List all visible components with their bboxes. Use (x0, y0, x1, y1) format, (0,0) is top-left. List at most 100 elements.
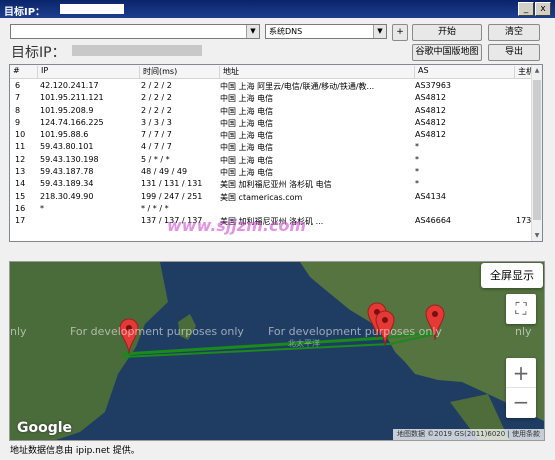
table-cell: 131 / 131 / 131 (141, 179, 203, 189)
table-cell: 42.120.241.17 (40, 81, 99, 90)
clear-button[interactable]: 清空 (488, 24, 540, 41)
target-input-combo[interactable]: ▼ (10, 24, 260, 39)
zoom-control[interactable]: + − (506, 358, 536, 418)
table-cell: 13 (15, 167, 26, 177)
table-header: # IP 时间(ms) 地址 AS 主机 (10, 65, 542, 79)
table-row[interactable]: 16 * * / * / * (10, 203, 542, 215)
col-header-ip[interactable]: IP (38, 66, 140, 78)
export-button[interactable]: 导出 (488, 44, 540, 61)
scroll-down-icon[interactable]: ▼ (532, 230, 542, 241)
footer-info: 地址数据信息由 ipip.net 提供。 (10, 446, 140, 456)
table-cell: 6 (15, 81, 21, 90)
china-map-button[interactable]: 谷歌中国版地图 (412, 44, 482, 61)
col-header-index[interactable]: # (10, 66, 38, 78)
dev-watermark-left: nly (10, 325, 27, 338)
table-cell: 4 / 7 / 7 (141, 142, 172, 152)
table-cell: * (415, 154, 419, 164)
table-row[interactable]: 10 101.95.88.6 7 / 7 / 7 中国 上海 电信 AS4812 (10, 129, 542, 141)
table-row[interactable]: 9 124.74.166.225 3 / 3 / 3 中国 上海 电信 AS4812 (10, 117, 542, 129)
table-row[interactable]: 15 218.30.49.90 199 / 247 / 251 美国 ctameric… (10, 191, 542, 203)
map-canvas[interactable] (10, 262, 545, 441)
ocean-label: 北太平洋 (288, 339, 320, 348)
table-cell: 2 / 2 / 2 (141, 81, 172, 90)
table-row[interactable]: 8 101.95.208.9 2 / 2 / 2 中国 上海 电信 AS4812 (10, 105, 542, 117)
start-button[interactable]: 开始 (412, 24, 482, 41)
trace-map[interactable]: nly For development purposes only For de… (9, 261, 545, 441)
table-cell: 2 / 2 / 2 (141, 93, 172, 103)
add-dns-button[interactable]: + (392, 24, 408, 41)
table-cell: 101.95.211.121 (40, 93, 104, 103)
table-cell: * (415, 142, 419, 152)
table-cell: 15 (15, 191, 26, 201)
col-header-time[interactable]: 时间(ms) (140, 66, 220, 78)
table-cell: * (40, 203, 44, 213)
google-logo: Google (17, 420, 73, 436)
scroll-up-icon[interactable]: ▲ (532, 65, 542, 76)
table-row[interactable]: 6 42.120.241.17 2 / 2 / 2 中国 上海 阿里云/电信/联通/移… (10, 80, 542, 92)
fullscreen-display-button[interactable]: 全屏显示 (481, 263, 543, 288)
table-cell: AS4812 (415, 117, 446, 127)
table-cell: 17 (15, 216, 26, 226)
table-row[interactable]: 7 101.95.211.121 2 / 2 / 2 中国 上海 电信 AS4812 (10, 92, 542, 104)
title-redaction (60, 4, 124, 14)
table-cell: 12 (15, 154, 26, 164)
table-cell: 8 (15, 105, 21, 115)
table-cell: 中国 上海 电信 (220, 131, 274, 141)
table-cell: AS4812 (415, 93, 446, 103)
table-cell: 中国 上海 电信 (220, 155, 274, 165)
chevron-down-icon[interactable]: ▼ (246, 25, 259, 38)
table-cell: * (415, 179, 419, 189)
table-row[interactable]: 12 59.43.130.198 5 / * / * 中国 上海 电信 * (10, 154, 542, 166)
table-cell: 14 (15, 179, 26, 189)
table-cell: 中国 上海 电信 (220, 118, 274, 128)
table-cell: 中国 上海 电信 (220, 168, 274, 178)
zoom-in-button[interactable]: + (506, 358, 536, 388)
table-cell: 101.95.208.9 (40, 105, 94, 115)
map-attribution[interactable]: 地图数据 ©2019 GS(2011)6020 | 使用条款 (392, 429, 544, 440)
table-cell: 11 (15, 142, 26, 152)
col-header-as[interactable]: AS (415, 66, 515, 78)
table-cell: 101.95.88.6 (40, 130, 89, 140)
table-cell: 5 / * / * (141, 154, 170, 164)
table-cell: 59.43.80.101 (40, 142, 94, 152)
table-cell: 59.43.189.34 (40, 179, 94, 189)
table-row[interactable]: 11 59.43.80.101 4 / 7 / 7 中国 上海 电信 * (10, 141, 542, 153)
dev-watermark-center: For development purposes only (70, 325, 244, 338)
table-row[interactable]: 13 59.43.187.78 48 / 49 / 49 中国 上海 电信 * (10, 166, 542, 178)
table-cell: * (415, 167, 419, 177)
table-cell: 199 / 247 / 251 (141, 191, 203, 201)
table-cell: 7 (15, 93, 21, 103)
title-bar: 目标IP： _ x (0, 0, 555, 18)
target-ip-label: 目标IP： (11, 45, 66, 61)
table-cell: AS4134 (415, 191, 446, 201)
scroll-thumb[interactable] (533, 80, 541, 220)
table-row[interactable]: 14 59.43.189.34 131 / 131 / 131 美国 加利福尼亚州 洛… (10, 178, 542, 190)
table-body: 6 42.120.241.17 2 / 2 / 2 中国 上海 阿里云/电信/联通/移… (10, 80, 542, 228)
minimize-button[interactable]: _ (518, 2, 534, 16)
target-ip-redaction (72, 45, 202, 56)
col-header-address[interactable]: 地址 (220, 66, 415, 78)
fullscreen-map-icon[interactable]: ⛶ (506, 294, 536, 324)
table-cell: 9 (15, 117, 21, 127)
table-cell: 中国 上海 电信 (220, 94, 274, 104)
table-cell: 中国 上海 阿里云/电信/联通/移动/铁通/教... (220, 82, 375, 91)
table-cell: 16 (15, 203, 26, 213)
table-cell: AS37963 (415, 81, 451, 90)
table-cell: 59.43.130.198 (40, 154, 99, 164)
close-button[interactable]: x (535, 2, 551, 16)
table-cell: 218.30.49.90 (40, 191, 94, 201)
zoom-out-button[interactable]: − (506, 388, 536, 417)
table-scrollbar[interactable]: ▲ ▼ (531, 65, 542, 241)
watermark: www.sjjzm.com (167, 216, 307, 235)
window-title: 目标IP： (4, 7, 46, 18)
dns-select[interactable]: 系统DNS ▼ (265, 24, 387, 39)
table-cell: 中国 上海 电信 (220, 106, 274, 116)
table-cell: 48 / 49 / 49 (141, 167, 188, 177)
dev-watermark-edge: nly (515, 325, 532, 338)
table-cell: AS46664 (415, 216, 451, 226)
dns-value: 系统DNS (269, 27, 303, 36)
table-cell: 59.43.187.78 (40, 167, 94, 177)
table-cell: 美国 ctamericas.com (220, 192, 303, 202)
table-cell: AS4812 (415, 130, 446, 140)
chevron-down-icon[interactable]: ▼ (373, 25, 386, 38)
